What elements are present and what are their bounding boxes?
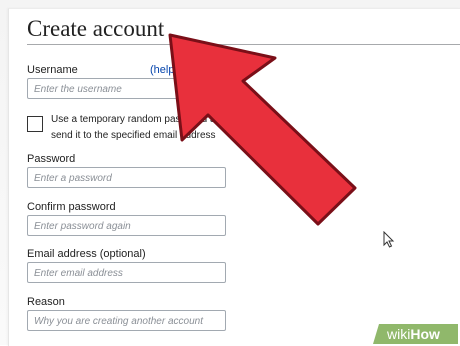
title-divider bbox=[27, 44, 460, 45]
reason-field[interactable] bbox=[27, 310, 226, 331]
temp-password-label: Use a temporary random password a send i… bbox=[51, 112, 251, 144]
email-label: Email address (optional) bbox=[27, 248, 146, 260]
password-label: Password bbox=[27, 153, 76, 165]
password-input[interactable] bbox=[28, 169, 225, 188]
email-field[interactable] bbox=[27, 262, 226, 283]
mouse-cursor-icon bbox=[383, 231, 395, 248]
watermark-text: wikiHow bbox=[386, 326, 440, 342]
confirm-password-input[interactable] bbox=[28, 217, 225, 236]
temp-password-checkbox[interactable] bbox=[27, 116, 43, 132]
help-me-link[interactable]: (help me bbox=[150, 64, 193, 76]
temp-password-line-2: send it to the specified email address bbox=[51, 130, 216, 141]
password-field[interactable] bbox=[27, 167, 226, 188]
email-input[interactable] bbox=[28, 264, 225, 283]
username-input[interactable] bbox=[28, 80, 225, 99]
confirm-password-label: Confirm password bbox=[27, 201, 116, 213]
page-title: Create account bbox=[27, 16, 165, 41]
confirm-password-field[interactable] bbox=[27, 215, 226, 236]
wikihow-watermark: wikiHow bbox=[373, 324, 458, 344]
username-field[interactable] bbox=[27, 78, 226, 99]
temp-password-line-1: Use a temporary random password a bbox=[51, 114, 216, 125]
username-label: Username bbox=[27, 64, 78, 76]
watermark-prefix: wiki bbox=[386, 326, 410, 342]
watermark-suffix: How bbox=[410, 326, 440, 342]
reason-input[interactable] bbox=[28, 312, 225, 331]
reason-label: Reason bbox=[27, 296, 65, 308]
